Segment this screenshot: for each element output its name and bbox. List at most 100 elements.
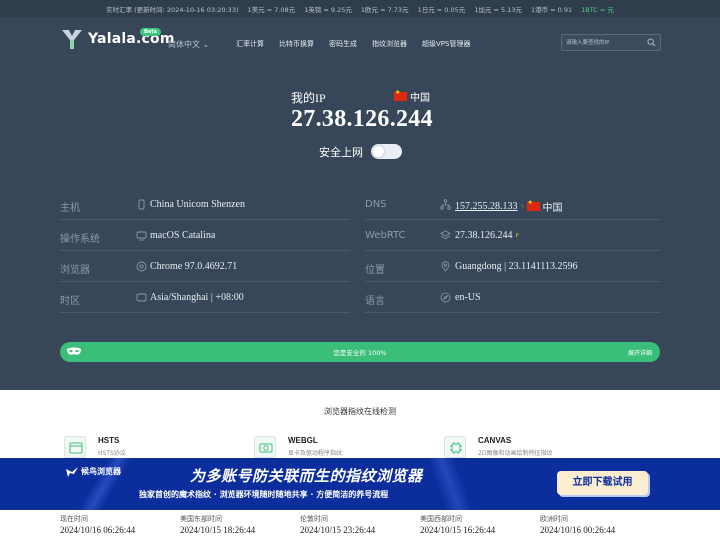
- rate-eur: 1欧元 = 7.73元: [360, 5, 409, 14]
- banner-subtitle: 独家首创的魔术指纹 · 浏览器环境随时随地共享 · 方便简洁的养号流程: [139, 490, 389, 499]
- site-header: Yalala.com Beta 简体中文 ⌄ 汇率计算 比特币换算 密码生成 指…: [0, 17, 720, 69]
- rate-hkd: 1港币 = 0.91: [530, 5, 573, 14]
- fingerprint-item-webgl[interactable]: WEBGL 显卡及驱动程序指纹: [254, 436, 342, 458]
- clock-icon: [136, 293, 147, 302]
- safety-status-bar[interactable]: 您是安全的 100% 展开详细: [60, 342, 660, 362]
- safe-browsing-label: 安全上网: [319, 146, 363, 159]
- browser-value: Chrome 97.0.4692.71: [150, 261, 238, 272]
- current-ip-address: 27.38.126.244: [291, 106, 433, 132]
- os-label: 操作系统: [60, 234, 100, 245]
- browser-window-icon: [69, 442, 83, 454]
- webrtc-value: 27.38.126.244: [455, 230, 513, 241]
- info-row-browser: 浏览器 Chrome 97.0.4692.71: [60, 251, 350, 282]
- time-us-east: 美国东部时间 2024/10/15 18:26:44: [180, 514, 255, 535]
- fingerprint-item-hsts[interactable]: HSTS HSTS协议: [64, 436, 126, 458]
- ip-search-box: [561, 34, 661, 51]
- info-row-language: 语言 en-US: [365, 282, 660, 313]
- phone-icon: [138, 199, 145, 210]
- rate-jpy: 1日元 = 0.05元: [417, 5, 466, 14]
- language-selector[interactable]: 简体中文 ⌄: [168, 39, 209, 50]
- ticker-label: 实时汇率 (更新时间: 2024-10-16 03:20:33): [106, 5, 239, 14]
- webrtc-superscript: P: [515, 232, 519, 239]
- logo-text: Yalala.com: [88, 31, 175, 47]
- nav-exchange-calc[interactable]: 汇率计算: [236, 39, 264, 49]
- search-icon[interactable]: [647, 38, 656, 47]
- info-row-timezone: 时区 Asia/Shanghai | +08:00: [60, 282, 350, 313]
- host-value: China Unicom Shenzen: [150, 199, 245, 210]
- info-row-webrtc: WebRTC 27.38.126.244 P: [365, 220, 660, 251]
- time-label: 美国东部时间: [180, 515, 222, 523]
- rate-cad: 1加元 = 5.13元: [474, 5, 522, 14]
- safe-browsing-toggle[interactable]: [371, 144, 402, 159]
- time-value: 2024/10/15 18:26:44: [180, 525, 256, 535]
- dns-value-group: 157.255.28.133 ↑ 中国: [455, 199, 563, 214]
- info-row-os: 操作系统 macOS Catalina: [60, 220, 350, 251]
- ip-country-name: 中国: [410, 93, 430, 104]
- os-value: macOS Catalina: [150, 230, 216, 241]
- time-europe: 欧洲时间 2024/10/16 00:26:44: [540, 514, 615, 535]
- time-value: 2024/10/16 00:26:44: [540, 525, 616, 535]
- chrome-icon: [136, 261, 147, 272]
- language-label: 语言: [365, 296, 385, 307]
- dns-superscript: ↑: [520, 203, 524, 210]
- host-label: 主机: [60, 203, 80, 214]
- time-london: 伦敦时间 2024/10/15 23:26:44: [300, 514, 375, 535]
- rate-usd: 1美元 = 7.08元: [247, 5, 296, 14]
- time-now: 现在时间 2024/10/16 06:26:44: [60, 514, 135, 535]
- time-value: 2024/10/16 06:26:44: [60, 525, 136, 535]
- location-pin-icon: [441, 261, 450, 272]
- monitor-icon: [136, 231, 147, 241]
- china-flag-icon: [394, 89, 407, 101]
- yalala-logo-icon: [62, 30, 82, 49]
- hsts-icon-box: [64, 436, 86, 458]
- webgl-name: WEBGL: [288, 436, 318, 445]
- network-icon: [440, 199, 451, 210]
- ad-banner[interactable]: 候鸟浏览器 为多账号防关联而生的指纹浏览器 独家首创的魔术指纹 · 浏览器环境随…: [0, 458, 720, 510]
- nav-vps-manager[interactable]: 超级VPS管理器: [422, 39, 470, 49]
- dns-country: 中国: [542, 203, 563, 214]
- info-row-dns: DNS 157.255.28.133 ↑ 中国: [365, 189, 660, 220]
- rate-gbp: 1英镑 = 9.25元: [304, 5, 352, 14]
- time-value: 2024/10/15 23:26:44: [300, 525, 376, 535]
- dns-label: DNS: [365, 199, 387, 210]
- banner-logo-text: 候鸟浏览器: [81, 467, 121, 476]
- time-label: 现在时间: [60, 515, 88, 523]
- banner-logo: 候鸟浏览器: [66, 466, 121, 477]
- nav-password-gen[interactable]: 密码生成: [329, 39, 357, 49]
- safety-status-text: 您是安全的 100%: [333, 349, 387, 357]
- my-ip-label: 我的IP: [291, 91, 326, 105]
- download-trial-button[interactable]: 立即下载试用: [557, 471, 648, 495]
- timezone-value: Asia/Shanghai | +08:00: [150, 292, 244, 303]
- nav-bitcoin-convert[interactable]: 比特币换算: [279, 39, 314, 49]
- beta-badge: Beta: [140, 28, 161, 36]
- dns-value[interactable]: 157.255.28.133: [455, 201, 518, 212]
- nav-fingerprint-browser[interactable]: 指纹浏览器: [372, 39, 407, 49]
- time-value: 2024/10/15 16:26:44: [420, 525, 496, 535]
- gpu-icon: [259, 443, 273, 453]
- chip-icon: [450, 442, 462, 454]
- browser-label: 浏览器: [60, 265, 90, 276]
- timezone-label: 时区: [60, 296, 80, 307]
- hsts-desc: HSTS协议: [98, 450, 126, 457]
- canvas-desc: 2D图像和动画绘制特征指纹: [478, 450, 553, 457]
- canvas-icon-box: [444, 436, 466, 458]
- compass-icon: [440, 292, 451, 303]
- time-label: 伦敦时间: [300, 515, 328, 523]
- main-nav: 汇率计算 比特币换算 密码生成 指纹浏览器 超级VPS管理器: [236, 39, 470, 49]
- fingerprint-item-canvas[interactable]: CANVAS 2D图像和动画绘制特征指纹: [444, 436, 552, 458]
- exchange-rate-ticker: 实时汇率 (更新时间: 2024-10-16 03:20:33) 1美元 = 7…: [0, 0, 720, 17]
- expand-details-link[interactable]: 展开详细: [628, 348, 652, 357]
- ip-search-input[interactable]: [566, 37, 646, 48]
- canvas-name: CANVAS: [478, 436, 512, 445]
- ip-country: 中国: [394, 89, 430, 104]
- language-value: en-US: [455, 292, 481, 303]
- time-label: 美国西部时间: [420, 515, 462, 523]
- webrtc-value-group: 27.38.126.244 P: [455, 230, 519, 241]
- rate-btc: 1BTC = 元: [581, 5, 614, 14]
- hsts-name: HSTS: [98, 436, 120, 445]
- layers-icon: [440, 230, 451, 239]
- info-row-location: 位置 Guangdong | 23.1141113.2596: [365, 251, 660, 282]
- time-us-west: 美国西部时间 2024/10/15 16:26:44: [420, 514, 495, 535]
- webrtc-label: WebRTC: [365, 230, 406, 241]
- location-value: Guangdong | 23.1141113.2596: [455, 261, 578, 272]
